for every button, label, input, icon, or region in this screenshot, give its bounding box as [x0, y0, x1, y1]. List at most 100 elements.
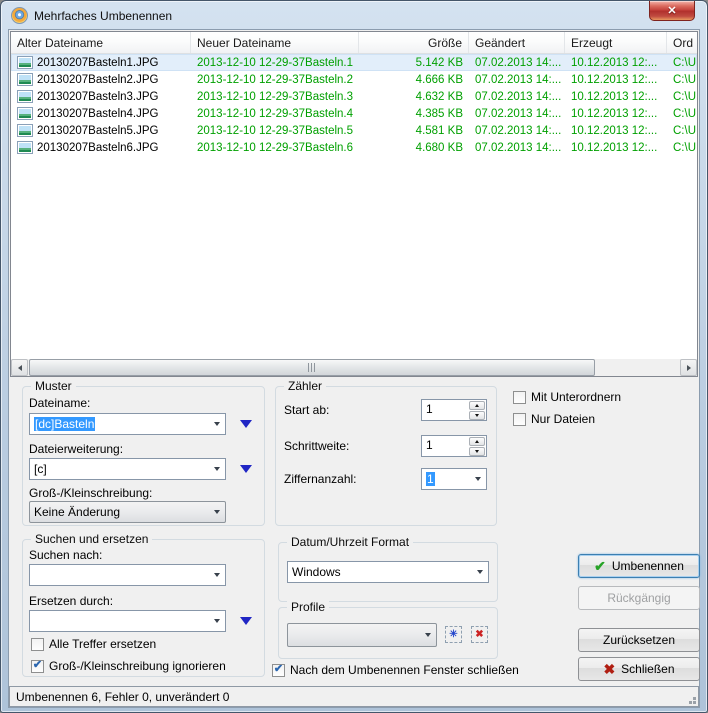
image-file-icon [17, 141, 33, 154]
scroll-track[interactable] [29, 359, 679, 376]
cell-new: 2013-12-10 12-29-37Basteln.6 [197, 141, 354, 154]
column-header-new[interactable]: Neuer Dateiname [191, 32, 359, 53]
delete-profile-button[interactable]: ✖ [471, 626, 488, 643]
umbenennen-button-label: Umbenennen [611, 559, 684, 573]
checkbox-nur-dateien[interactable]: Nur Dateien [513, 412, 595, 426]
datum-format-combo[interactable]: Windows [287, 561, 489, 583]
resize-grip[interactable] [693, 701, 696, 704]
table-row[interactable]: 20130207Basteln2.JPG 2013-12-10 12-29-37B… [11, 71, 697, 88]
ersetzen-menu-arrow[interactable] [240, 617, 252, 625]
cell-folder: C:\U [673, 90, 696, 103]
scroll-thumb[interactable] [29, 359, 595, 376]
schrittweite-spinner[interactable]: 1 [421, 435, 487, 457]
spin-up-button[interactable] [469, 436, 485, 446]
checkbox-alle-treffer[interactable]: Alle Treffer ersetzen [31, 637, 156, 651]
new-profile-button[interactable]: ✳ [445, 626, 462, 643]
table-row[interactable]: 20130207Basteln1.JPG 2013-12-10 12-29-37B… [11, 54, 697, 71]
cell-size: 4.581 KB [415, 124, 463, 137]
table-row[interactable]: 20130207Basteln3.JPG 2013-12-10 12-29-37B… [11, 88, 697, 105]
ziffernanzahl-combo[interactable]: 1 [421, 468, 487, 490]
scroll-left-icon [17, 364, 22, 371]
group-profile: Profile ✳ ✖ [278, 600, 498, 659]
cell-old: 20130207Basteln4.JPG [11, 107, 191, 120]
cell-old: 20130207Basteln6.JPG [11, 141, 191, 154]
checkbox-box[interactable] [513, 412, 526, 426]
dateierweiterung-combo[interactable]: [c] [29, 458, 226, 480]
checkbox-box[interactable] [31, 637, 44, 651]
checkbox-box[interactable] [513, 390, 526, 404]
cell-modified: 07.02.2013 14:... [475, 73, 562, 86]
file-table-body: 20130207Basteln1.JPG 2013-12-10 12-29-37B… [11, 54, 697, 359]
dateierweiterung-label: Dateierweiterung: [29, 442, 124, 456]
column-header-modified[interactable]: Geändert [469, 32, 565, 53]
cell-new: 2013-12-10 12-29-37Basteln.3 [197, 90, 354, 103]
cell-created: 10.12.2013 12:... [571, 141, 658, 154]
cell-modified: 07.02.2013 14:... [475, 124, 562, 137]
horizontal-scrollbar[interactable] [11, 359, 697, 376]
cell-folder: C:\U [673, 141, 696, 154]
ersetzen-durch-combo[interactable] [29, 610, 226, 632]
zuruecksetzen-button-label: Zurücksetzen [602, 633, 676, 647]
column-header-folder[interactable]: Ord [667, 32, 697, 53]
cell-modified: 07.02.2013 14:... [475, 107, 562, 120]
dropdown-arrow-icon[interactable] [209, 459, 225, 479]
profile-combo[interactable] [287, 623, 437, 647]
dateiname-menu-arrow[interactable] [240, 420, 252, 428]
cross-icon: ✖ [603, 661, 616, 677]
dateierweiterung-menu-arrow[interactable] [240, 465, 252, 473]
cell-new: 2013-12-10 12-29-37Basteln.5 [197, 124, 354, 137]
umbenennen-button[interactable]: ✔ Umbenennen [578, 554, 700, 578]
cell-new: 2013-12-10 12-29-37Basteln.2 [197, 73, 354, 86]
scroll-right-button[interactable] [680, 359, 697, 376]
app-icon [11, 7, 28, 24]
dateiname-combo[interactable]: [dc]Basteln [29, 413, 226, 435]
schliessen-button-label: Schließen [621, 662, 675, 676]
cell-old: 20130207Basteln2.JPG [11, 73, 191, 86]
dropdown-arrow-icon[interactable] [209, 565, 225, 585]
gross-klein-combo[interactable]: Keine Änderung [29, 501, 226, 523]
start-ab-spinner[interactable]: 1 [421, 399, 487, 421]
suchen-nach-combo[interactable] [29, 564, 226, 586]
checkbox-ignore-case[interactable]: ✔ Groß-/Kleinschreibung ignorieren [31, 659, 226, 673]
cell-size: 4.385 KB [415, 107, 463, 120]
image-file-icon [17, 90, 33, 103]
zuruecksetzen-button[interactable]: Zurücksetzen [578, 628, 700, 652]
rueckgaengig-button[interactable]: Rückgängig [578, 586, 700, 610]
check-icon: ✔ [594, 558, 606, 574]
column-header-old[interactable]: Alter Dateiname [11, 32, 191, 53]
spin-down-button[interactable] [469, 410, 485, 420]
status-bar: Umbenennen 6, Fehler 0, unverändert 0 [9, 686, 699, 707]
start-ab-label: Start ab: [284, 403, 330, 417]
spin-down-button[interactable] [469, 446, 485, 456]
spin-up-button[interactable] [469, 400, 485, 410]
column-header-size[interactable]: Größe [359, 32, 469, 53]
close-button[interactable]: ✕ [649, 1, 695, 21]
table-row[interactable]: 20130207Basteln5.JPG 2013-12-10 12-29-37B… [11, 122, 697, 139]
checkbox-close-after-rename[interactable]: ✔ Nach dem Umbenennen Fenster schließen [272, 663, 519, 677]
group-suchen-title: Suchen und ersetzen [31, 532, 153, 546]
cell-modified: 07.02.2013 14:... [475, 90, 562, 103]
checkbox-box[interactable]: ✔ [31, 659, 44, 673]
checkbox-box[interactable]: ✔ [272, 663, 285, 677]
dropdown-arrow-icon[interactable] [209, 611, 225, 631]
scroll-left-button[interactable] [11, 359, 28, 376]
schliessen-button[interactable]: ✖ Schließen [578, 657, 700, 681]
window: Mehrfaches Umbenennen ✕ Alter Dateiname N… [0, 0, 708, 713]
cell-size: 5.142 KB [415, 56, 463, 69]
dropdown-arrow-icon[interactable] [209, 414, 225, 434]
datum-format-combo-text: Windows [292, 565, 341, 579]
dropdown-arrow-icon[interactable] [472, 562, 488, 582]
checkbox-label: Mit Unterordnern [531, 390, 622, 404]
cell-created: 10.12.2013 12:... [571, 56, 658, 69]
column-header-created[interactable]: Erzeugt [565, 32, 667, 53]
titlebar[interactable]: Mehrfaches Umbenennen ✕ [1, 1, 707, 30]
checkbox-label: Nach dem Umbenennen Fenster schließen [290, 663, 519, 677]
cell-size: 4.632 KB [415, 90, 463, 103]
checkbox-label: Alle Treffer ersetzen [49, 637, 157, 651]
table-row[interactable]: 20130207Basteln6.JPG 2013-12-10 12-29-37B… [11, 139, 697, 156]
cell-folder: C:\U [673, 73, 696, 86]
table-row[interactable]: 20130207Basteln4.JPG 2013-12-10 12-29-37B… [11, 105, 697, 122]
dropdown-arrow-icon[interactable] [470, 469, 486, 489]
checkbox-mit-unterordnern[interactable]: Mit Unterordnern [513, 390, 621, 404]
dateiname-label: Dateiname: [29, 396, 91, 410]
